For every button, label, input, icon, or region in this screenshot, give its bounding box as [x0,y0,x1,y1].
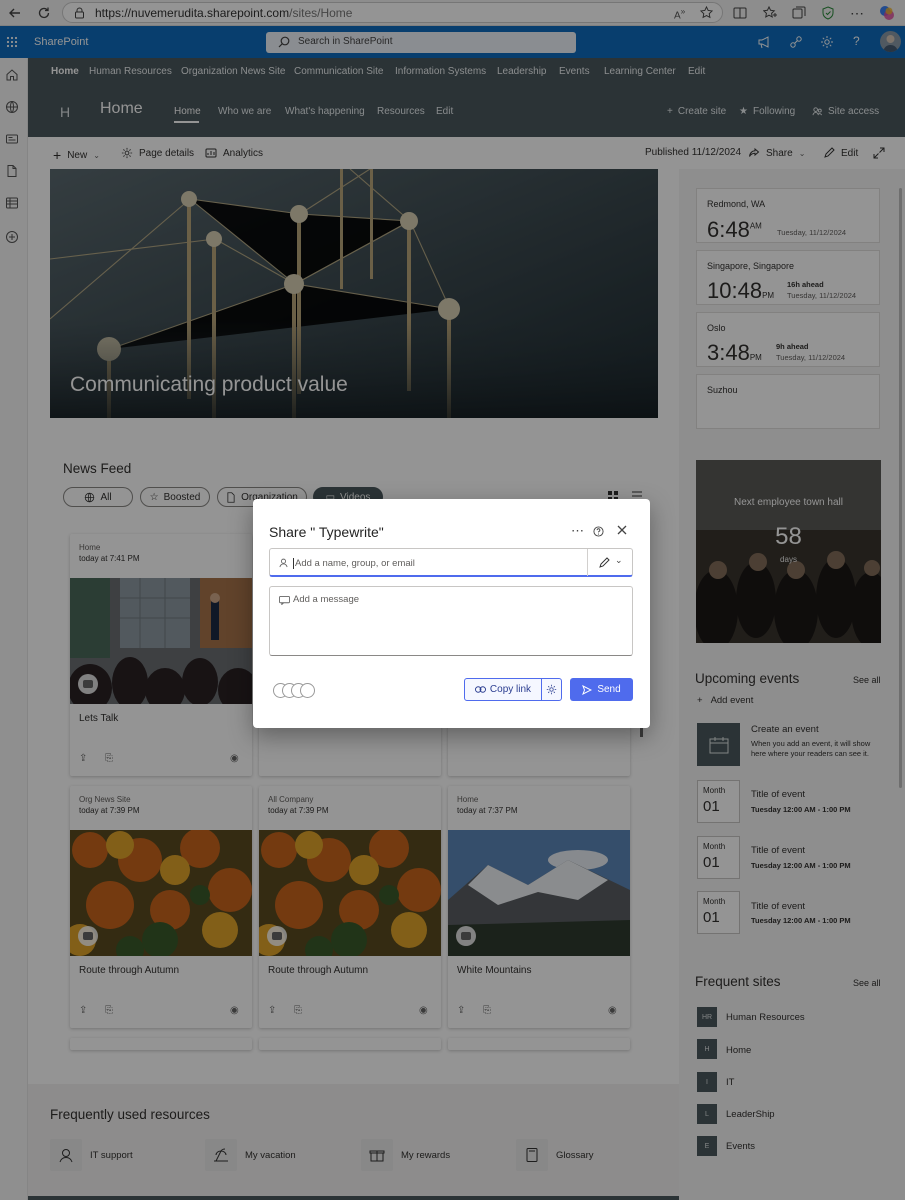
close-icon[interactable] [617,525,627,535]
message-textarea[interactable]: Add a message [269,586,633,656]
send-button[interactable]: Send [570,678,633,701]
person-icon [279,558,288,568]
message-icon [279,596,290,605]
permission-pencil-icon[interactable] [598,557,610,569]
share-dialog: Share " Typewrite" ⋯ Add a name, group, … [253,499,650,728]
shared-with-avatars[interactable] [273,683,319,698]
copy-link-button[interactable]: Copy link [465,679,541,700]
chevron-down-icon[interactable]: ⌄ [615,555,623,566]
message-placeholder: Add a message [293,594,360,605]
more-options-icon[interactable]: ⋯ [571,523,584,539]
avatar [300,683,315,698]
scroll-indicator [640,728,643,737]
link-icon [474,686,486,693]
copy-link-group: Copy link [464,678,562,701]
link-settings-gear-icon[interactable] [546,684,557,695]
people-picker-placeholder: Add a name, group, or email [293,558,415,569]
send-icon [582,684,593,695]
dialog-title: Share " Typewrite" [269,524,384,540]
help-icon[interactable] [593,526,604,537]
people-picker-input[interactable]: Add a name, group, or email ⌄ [269,548,633,577]
